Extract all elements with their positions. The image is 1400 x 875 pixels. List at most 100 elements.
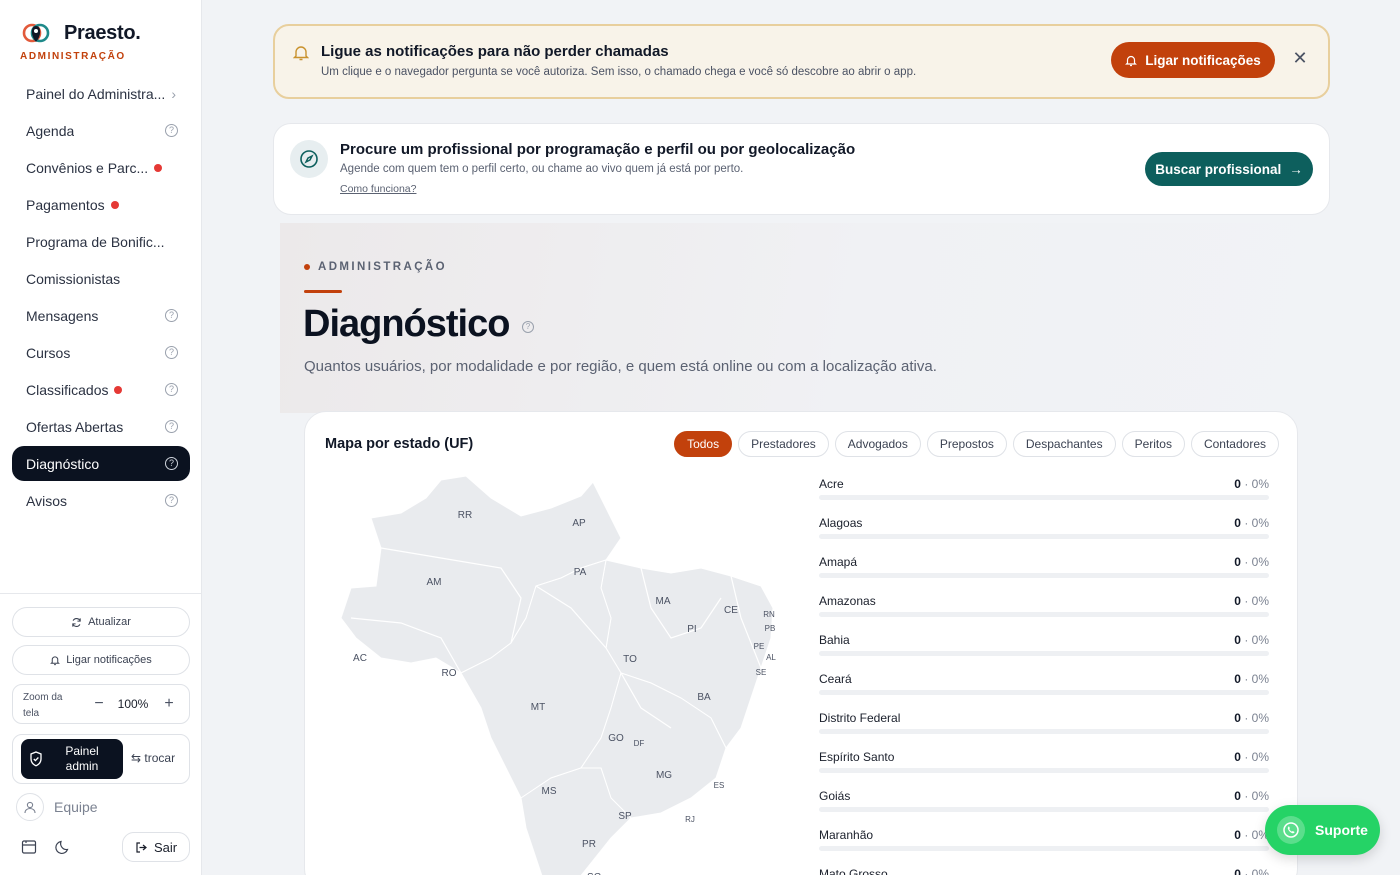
notification-dot [154,163,163,172]
filter-chip[interactable]: Todos [674,431,733,457]
sidebar-item[interactable]: Classificados? [12,372,190,407]
state-bar [819,729,1269,734]
logout-icon [136,841,147,853]
sidebar-item[interactable]: Avisos? [12,483,190,518]
state-row[interactable]: Distrito Federal 0 · 0% [819,708,1269,747]
filter-chip[interactable]: Prepostos [926,431,1007,457]
sidebar-nav: Painel do Administra... › Agenda? Convênios… [12,76,190,520]
filter-chip[interactable]: Despachantes [1012,431,1116,457]
search-professional-button[interactable]: Buscar profissional → [1145,152,1313,186]
state-value: 0 · 0% [1234,633,1269,647]
state-row[interactable]: Amazonas 0 · 0% [819,591,1269,630]
state-row[interactable]: Espírito Santo 0 · 0% [819,747,1269,786]
close-icon[interactable]: ✕ [1290,48,1310,68]
bell-icon [293,46,309,61]
brazil-map[interactable]: RR AP AM PA MA CE RN PBPEAL SE PI AC RO TO BA MT GO DF MG… [321,468,801,875]
sidebar-item[interactable]: Agenda? [12,113,190,148]
uf-label-mg: MG [656,770,672,781]
sidebar-item-label: Painel do Administra... [26,85,166,102]
state-percent: 0% [1251,867,1269,875]
state-row[interactable]: Maranhão 0 · 0% [819,825,1269,864]
sidebar-item[interactable]: Diagnóstico? [12,446,190,481]
sidebar-item-label: Comissionistas [26,270,121,287]
filter-chip[interactable]: Prestadores [738,431,829,457]
help-icon[interactable]: ? [165,420,178,433]
notification-banner: Ligue as notificações para não perder ch… [273,24,1330,99]
banner-description: Um clique e o navegador pergunta se você… [321,66,917,78]
filter-chip[interactable]: Contadores [1190,431,1279,457]
state-row[interactable]: Ceará 0 · 0% [819,669,1269,708]
filter-chip[interactable]: Advogados [834,431,921,457]
help-icon[interactable]: ? [165,383,178,396]
separator: · [1240,594,1252,608]
help-icon[interactable]: ? [165,457,178,470]
uf-label-es: ES [714,781,725,790]
state-name: Ceará [819,672,852,686]
user-avatar-icon [16,793,44,821]
help-icon[interactable]: ? [165,494,178,507]
zoom-control: Zoom da tela − 100% + [12,684,190,724]
filter-chip[interactable]: Peritos [1121,431,1185,457]
state-bar [819,651,1269,656]
zoom-in-button[interactable]: + [159,694,179,714]
state-name: Amazonas [819,594,876,608]
separator: · [1240,828,1252,842]
state-value: 0 · 0% [1234,516,1269,530]
state-count: 0 [1234,555,1241,569]
state-name: Mato Grosso [819,867,888,875]
state-count: 0 [1234,789,1241,803]
support-button[interactable]: Suporte [1265,805,1380,855]
sidebar-item[interactable]: Comissionistas [12,261,190,296]
sidebar-item[interactable]: Mensagens? [12,298,190,333]
sidebar-item[interactable]: Painel do Administra... › [12,76,190,111]
state-row[interactable]: Mato Grosso 0 · 0% [819,864,1269,875]
help-icon[interactable]: ? [165,309,178,322]
help-icon[interactable]: ? [165,124,178,137]
admin-panel-button[interactable]: Painel admin [21,739,123,779]
sidebar-item[interactable]: Ofertas Abertas? [12,409,190,444]
brand-name: Praesto. [64,22,141,44]
state-percent: 0% [1251,750,1269,764]
banner-title: Ligue as notificações para não perder ch… [321,43,669,60]
sidebar-item[interactable]: Pagamentos [12,187,190,222]
state-row[interactable]: Acre 0 · 0% [819,474,1269,513]
sidebar-item-label: Agenda [26,122,75,139]
separator: · [1240,789,1252,803]
refresh-button[interactable]: Atualizar [12,607,190,637]
state-value: 0 · 0% [1234,555,1269,569]
swap-role-button[interactable]: ⇆ trocar [131,751,175,765]
dark-mode-icon[interactable] [54,838,72,856]
state-bar [819,495,1269,500]
state-count: 0 [1234,672,1241,686]
logout-button[interactable]: Sair [122,832,190,862]
sidebar-item-label: Avisos [26,492,67,509]
state-row[interactable]: Alagoas 0 · 0% [819,513,1269,552]
help-icon[interactable]: ? [165,346,178,359]
state-list: Acre 0 · 0% Alagoas 0 · 0% Amapá 0 · 0% Amazon… [819,474,1269,875]
team-account[interactable]: Equipe [16,793,98,821]
separator: · [1240,711,1252,725]
enable-notifications-cta[interactable]: Ligar notificações [1111,42,1275,78]
help-icon[interactable]: ? [522,321,534,333]
sidebar-item[interactable]: Convênios e Parc... [12,150,190,185]
uf-label-pe: PE [754,642,765,651]
enable-notifications-button[interactable]: Ligar notificações [12,645,190,675]
whatsapp-icon [1277,816,1305,844]
state-row[interactable]: Goiás 0 · 0% [819,786,1269,825]
state-row[interactable]: Bahia 0 · 0% [819,630,1269,669]
filter-chips: Todos Prestadores Advogados Prepostos Despac… [674,431,1279,457]
zoom-out-button[interactable]: − [89,694,109,714]
calendar-icon[interactable] [20,838,38,856]
state-value: 0 · 0% [1234,672,1269,686]
how-it-works-link[interactable]: Como funciona? [340,183,416,195]
state-name: Espírito Santo [819,750,895,764]
state-row[interactable]: Amapá 0 · 0% [819,552,1269,591]
uf-label-pr: PR [582,839,596,850]
search-card-description: Agende com quem tem o perfil certo, ou c… [340,163,744,175]
state-bar [819,807,1269,812]
sidebar-item[interactable]: Cursos? [12,335,190,370]
sidebar-item[interactable]: Programa de Bonific... [12,224,190,259]
bell-icon [1125,55,1138,66]
eyebrow: ADMINISTRAÇÃO [304,261,447,273]
separator: · [1240,633,1252,647]
